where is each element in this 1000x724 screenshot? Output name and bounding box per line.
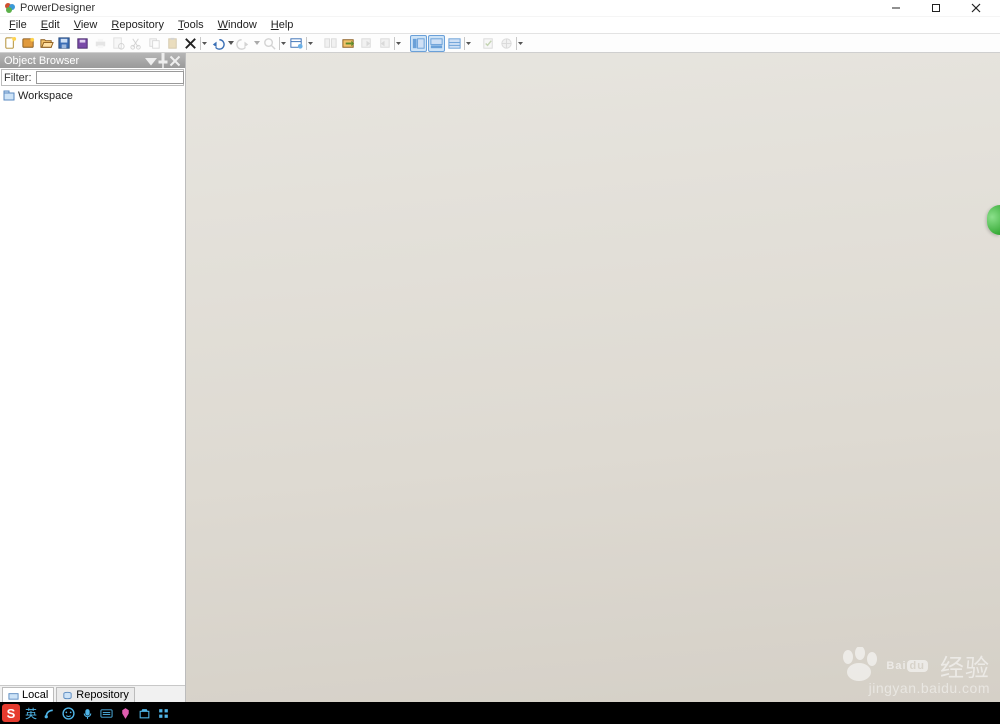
generate-icon[interactable] xyxy=(358,35,375,52)
tab-repository[interactable]: Repository xyxy=(56,687,135,702)
copy-icon[interactable] xyxy=(146,35,163,52)
save-all-icon[interactable] xyxy=(74,35,91,52)
close-panel-icon[interactable] xyxy=(169,55,181,67)
merge-icon[interactable] xyxy=(340,35,357,52)
object-browser-title: Object Browser xyxy=(4,55,145,67)
watermark: Baidu 经验 jingyan.baidu.com xyxy=(838,647,990,696)
output-toggle-icon[interactable] xyxy=(428,35,445,52)
workspace-area: Baidu 经验 jingyan.baidu.com xyxy=(186,53,1000,702)
tab-label: Repository xyxy=(76,689,129,701)
menu-view[interactable]: View xyxy=(67,19,105,31)
filter-label: Filter: xyxy=(4,72,34,84)
cut-icon[interactable] xyxy=(128,35,145,52)
tab-label: Local xyxy=(22,689,48,701)
paste-icon[interactable] xyxy=(164,35,181,52)
toolbar-separator xyxy=(279,35,287,52)
panel-menu-icon[interactable] xyxy=(145,55,157,67)
check-model-icon[interactable] xyxy=(480,35,497,52)
ime-punct-icon[interactable] xyxy=(42,706,56,720)
menu-help[interactable]: Help xyxy=(264,19,301,31)
tree-node-label: Workspace xyxy=(18,90,73,102)
result-list-toggle-icon[interactable] xyxy=(446,35,463,52)
save-icon[interactable] xyxy=(56,35,73,52)
undo-icon[interactable] xyxy=(209,35,226,52)
open-icon[interactable] xyxy=(38,35,55,52)
menu-tools[interactable]: Tools xyxy=(171,19,211,31)
properties-icon[interactable] xyxy=(288,35,305,52)
floating-help-icon[interactable] xyxy=(987,205,1000,235)
tab-local[interactable]: Local xyxy=(2,687,54,702)
title-bar: PowerDesigner xyxy=(0,0,1000,17)
object-browser-panel: Object Browser Filter: Workspace Local xyxy=(0,53,186,702)
find-icon[interactable] xyxy=(261,35,278,52)
tree-node-workspace[interactable]: Workspace xyxy=(3,89,182,103)
new-icon[interactable] xyxy=(2,35,19,52)
toolbar xyxy=(0,34,1000,53)
new-model-icon[interactable] xyxy=(20,35,37,52)
menu-window[interactable]: Window xyxy=(211,19,264,31)
toolbar-separator xyxy=(200,35,208,52)
tree-view[interactable]: Workspace xyxy=(0,87,185,685)
ime-toolbox-icon[interactable] xyxy=(137,706,151,720)
maximize-button[interactable] xyxy=(916,0,956,17)
paw-icon xyxy=(838,647,880,684)
ime-lang[interactable]: 英 xyxy=(25,705,37,722)
ime-emoji-icon[interactable] xyxy=(61,706,75,720)
ime-skin-icon[interactable] xyxy=(118,706,132,720)
print-preview-icon[interactable] xyxy=(110,35,127,52)
pin-icon[interactable] xyxy=(157,55,169,67)
close-button[interactable] xyxy=(956,0,996,17)
browser-tabs: Local Repository xyxy=(0,685,185,702)
window-title: PowerDesigner xyxy=(20,2,95,14)
ime-settings-icon[interactable] xyxy=(156,706,170,720)
print-icon[interactable] xyxy=(92,35,109,52)
impact-icon[interactable] xyxy=(498,35,515,52)
toolbar-separator xyxy=(516,35,524,52)
reverse-icon[interactable] xyxy=(376,35,393,52)
app-icon xyxy=(4,2,16,14)
menu-repository[interactable]: Repository xyxy=(104,19,171,31)
redo-icon[interactable] xyxy=(235,35,252,52)
taskbar: S 英 xyxy=(0,702,1000,724)
menu-edit[interactable]: Edit xyxy=(34,19,67,31)
redo-dropdown[interactable] xyxy=(253,40,260,46)
browser-toggle-icon[interactable] xyxy=(410,35,427,52)
object-browser-header: Object Browser xyxy=(0,53,185,68)
ime-voice-icon[interactable] xyxy=(80,706,94,720)
ime-icon[interactable]: S xyxy=(2,704,20,722)
compare-icon[interactable] xyxy=(322,35,339,52)
delete-icon[interactable] xyxy=(182,35,199,52)
ime-keyboard-icon[interactable] xyxy=(99,706,113,720)
filter-input[interactable] xyxy=(36,71,184,84)
toolbar-separator xyxy=(464,35,472,52)
toolbar-separator xyxy=(394,35,402,52)
filter-row: Filter: xyxy=(1,69,184,86)
menu-file[interactable]: File xyxy=(2,19,34,31)
toolbar-separator xyxy=(306,35,314,52)
undo-dropdown[interactable] xyxy=(227,40,234,46)
body: Object Browser Filter: Workspace Local xyxy=(0,53,1000,702)
menu-bar: File Edit View Repository Tools Window H… xyxy=(0,17,1000,34)
minimize-button[interactable] xyxy=(876,0,916,17)
